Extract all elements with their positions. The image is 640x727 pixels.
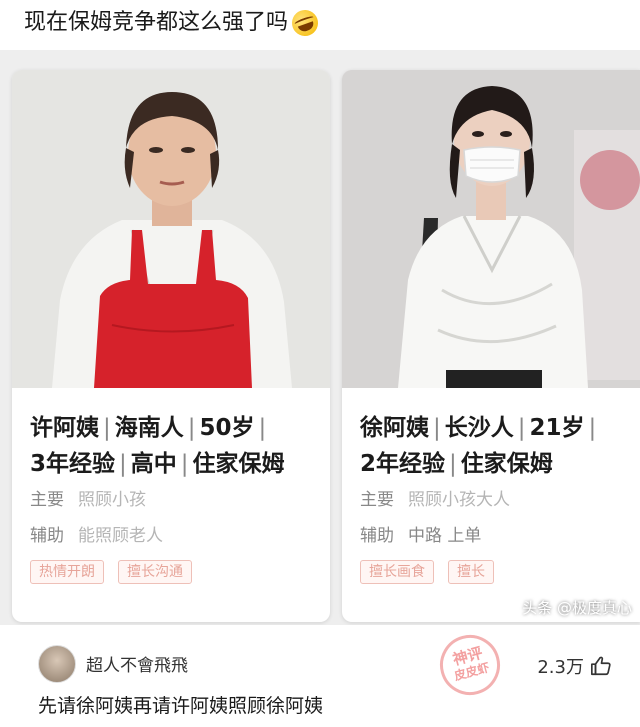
nanny-card-right: 徐阿姨 | 长沙人 | 21岁 | 2年经验 | 住家保姆 主要 照顾小孩大人 辅助 中路 上单 …	[342, 70, 640, 622]
nanny-experience: 2年经验	[360, 451, 446, 477]
post-title: 现在保姆竞争都这么强了吗	[24, 6, 322, 40]
nanny-card-left: 许阿姨 | 海南人 | 50岁 | 3年经验 | 高中 | 住家保姆 主要 照顾小孩 辅助 能照顾老人…	[12, 70, 330, 622]
laughing-emoji-icon	[288, 6, 322, 40]
nanny-name: 许阿姨	[30, 415, 99, 441]
nanny-main-duty: 主要 照顾小孩	[30, 482, 322, 518]
nanny-type: 住家保姆	[460, 451, 553, 477]
nanny-info-left: 许阿姨 | 海南人 | 50岁 | 3年经验 | 高中 | 住家保姆 主要 照顾小孩 辅助 能照顾老人…	[30, 410, 322, 584]
god-comment-stamp: 神评 皮皮虾	[433, 628, 507, 702]
nanny-headline: 徐阿姨 | 长沙人 | 21岁 |	[360, 415, 597, 441]
source-watermark: 头条 @极度真心	[522, 599, 632, 617]
comment-username[interactable]: 超人不會飛飛	[86, 651, 188, 676]
comment-text: 先请徐阿姨再请许阿姨照顾徐阿姨	[38, 695, 324, 717]
thumbs-up-icon	[591, 656, 611, 676]
nanny-tag: 擅长	[448, 560, 494, 584]
nanny-qualifications: 3年经验 | 高中 | 住家保姆	[30, 451, 285, 477]
nanny-hometown: 海南人	[114, 415, 184, 441]
nanny-qualifications: 2年经验 | 住家保姆	[360, 451, 553, 477]
nanny-photo-right	[342, 70, 640, 388]
nanny-tags: 热情开朗 擅长沟通	[30, 560, 322, 584]
nanny-age: 50岁	[199, 415, 255, 441]
nanny-tag: 擅长画食	[360, 560, 434, 584]
aux-duty-value: 能照顾老人	[78, 526, 163, 546]
aux-duty-value: 中路 上单	[408, 526, 482, 546]
nanny-aux-duty: 辅助 能照顾老人	[30, 518, 322, 554]
nanny-photo-left	[12, 70, 330, 388]
nanny-main-duty: 主要 照顾小孩大人	[360, 482, 632, 518]
like-button[interactable]: 2.3万	[537, 653, 612, 679]
nanny-education: 高中	[130, 451, 177, 477]
like-count: 2.3万	[537, 657, 584, 678]
aux-duty-label: 辅助	[30, 526, 64, 546]
nanny-aux-duty: 辅助 中路 上单	[360, 518, 632, 554]
avatar[interactable]	[38, 645, 76, 683]
nanny-tag: 热情开朗	[30, 560, 104, 584]
main-duty-value: 照顾小孩大人	[408, 490, 510, 510]
post-image[interactable]: 许阿姨 | 海南人 | 50岁 | 3年经验 | 高中 | 住家保姆 主要 照顾小孩 辅助 能照顾老人…	[0, 50, 640, 625]
nanny-tag: 擅长沟通	[118, 560, 192, 584]
nanny-info-right: 徐阿姨 | 长沙人 | 21岁 | 2年经验 | 住家保姆 主要 照顾小孩大人 辅助 中路 上单 …	[360, 410, 632, 584]
main-duty-label: 主要	[30, 490, 64, 510]
nanny-name: 徐阿姨	[360, 415, 429, 441]
nanny-headline: 许阿姨 | 海南人 | 50岁 |	[30, 415, 267, 441]
nanny-tags: 擅长画食 擅长	[360, 560, 632, 584]
nanny-type: 住家保姆	[192, 451, 285, 477]
nanny-experience: 3年经验	[30, 451, 116, 477]
main-duty-label: 主要	[360, 490, 394, 510]
nanny-age: 21岁	[529, 415, 585, 441]
aux-duty-label: 辅助	[360, 526, 394, 546]
nanny-hometown: 长沙人	[444, 415, 514, 441]
main-duty-value: 照顾小孩	[78, 490, 146, 510]
top-comment: 超人不會飛飛 神评 皮皮虾 2.3万 先请徐阿姨再请许阿姨照顾徐阿姨	[0, 625, 640, 727]
post-title-text: 现在保姆竞争都这么强了吗	[24, 10, 289, 35]
